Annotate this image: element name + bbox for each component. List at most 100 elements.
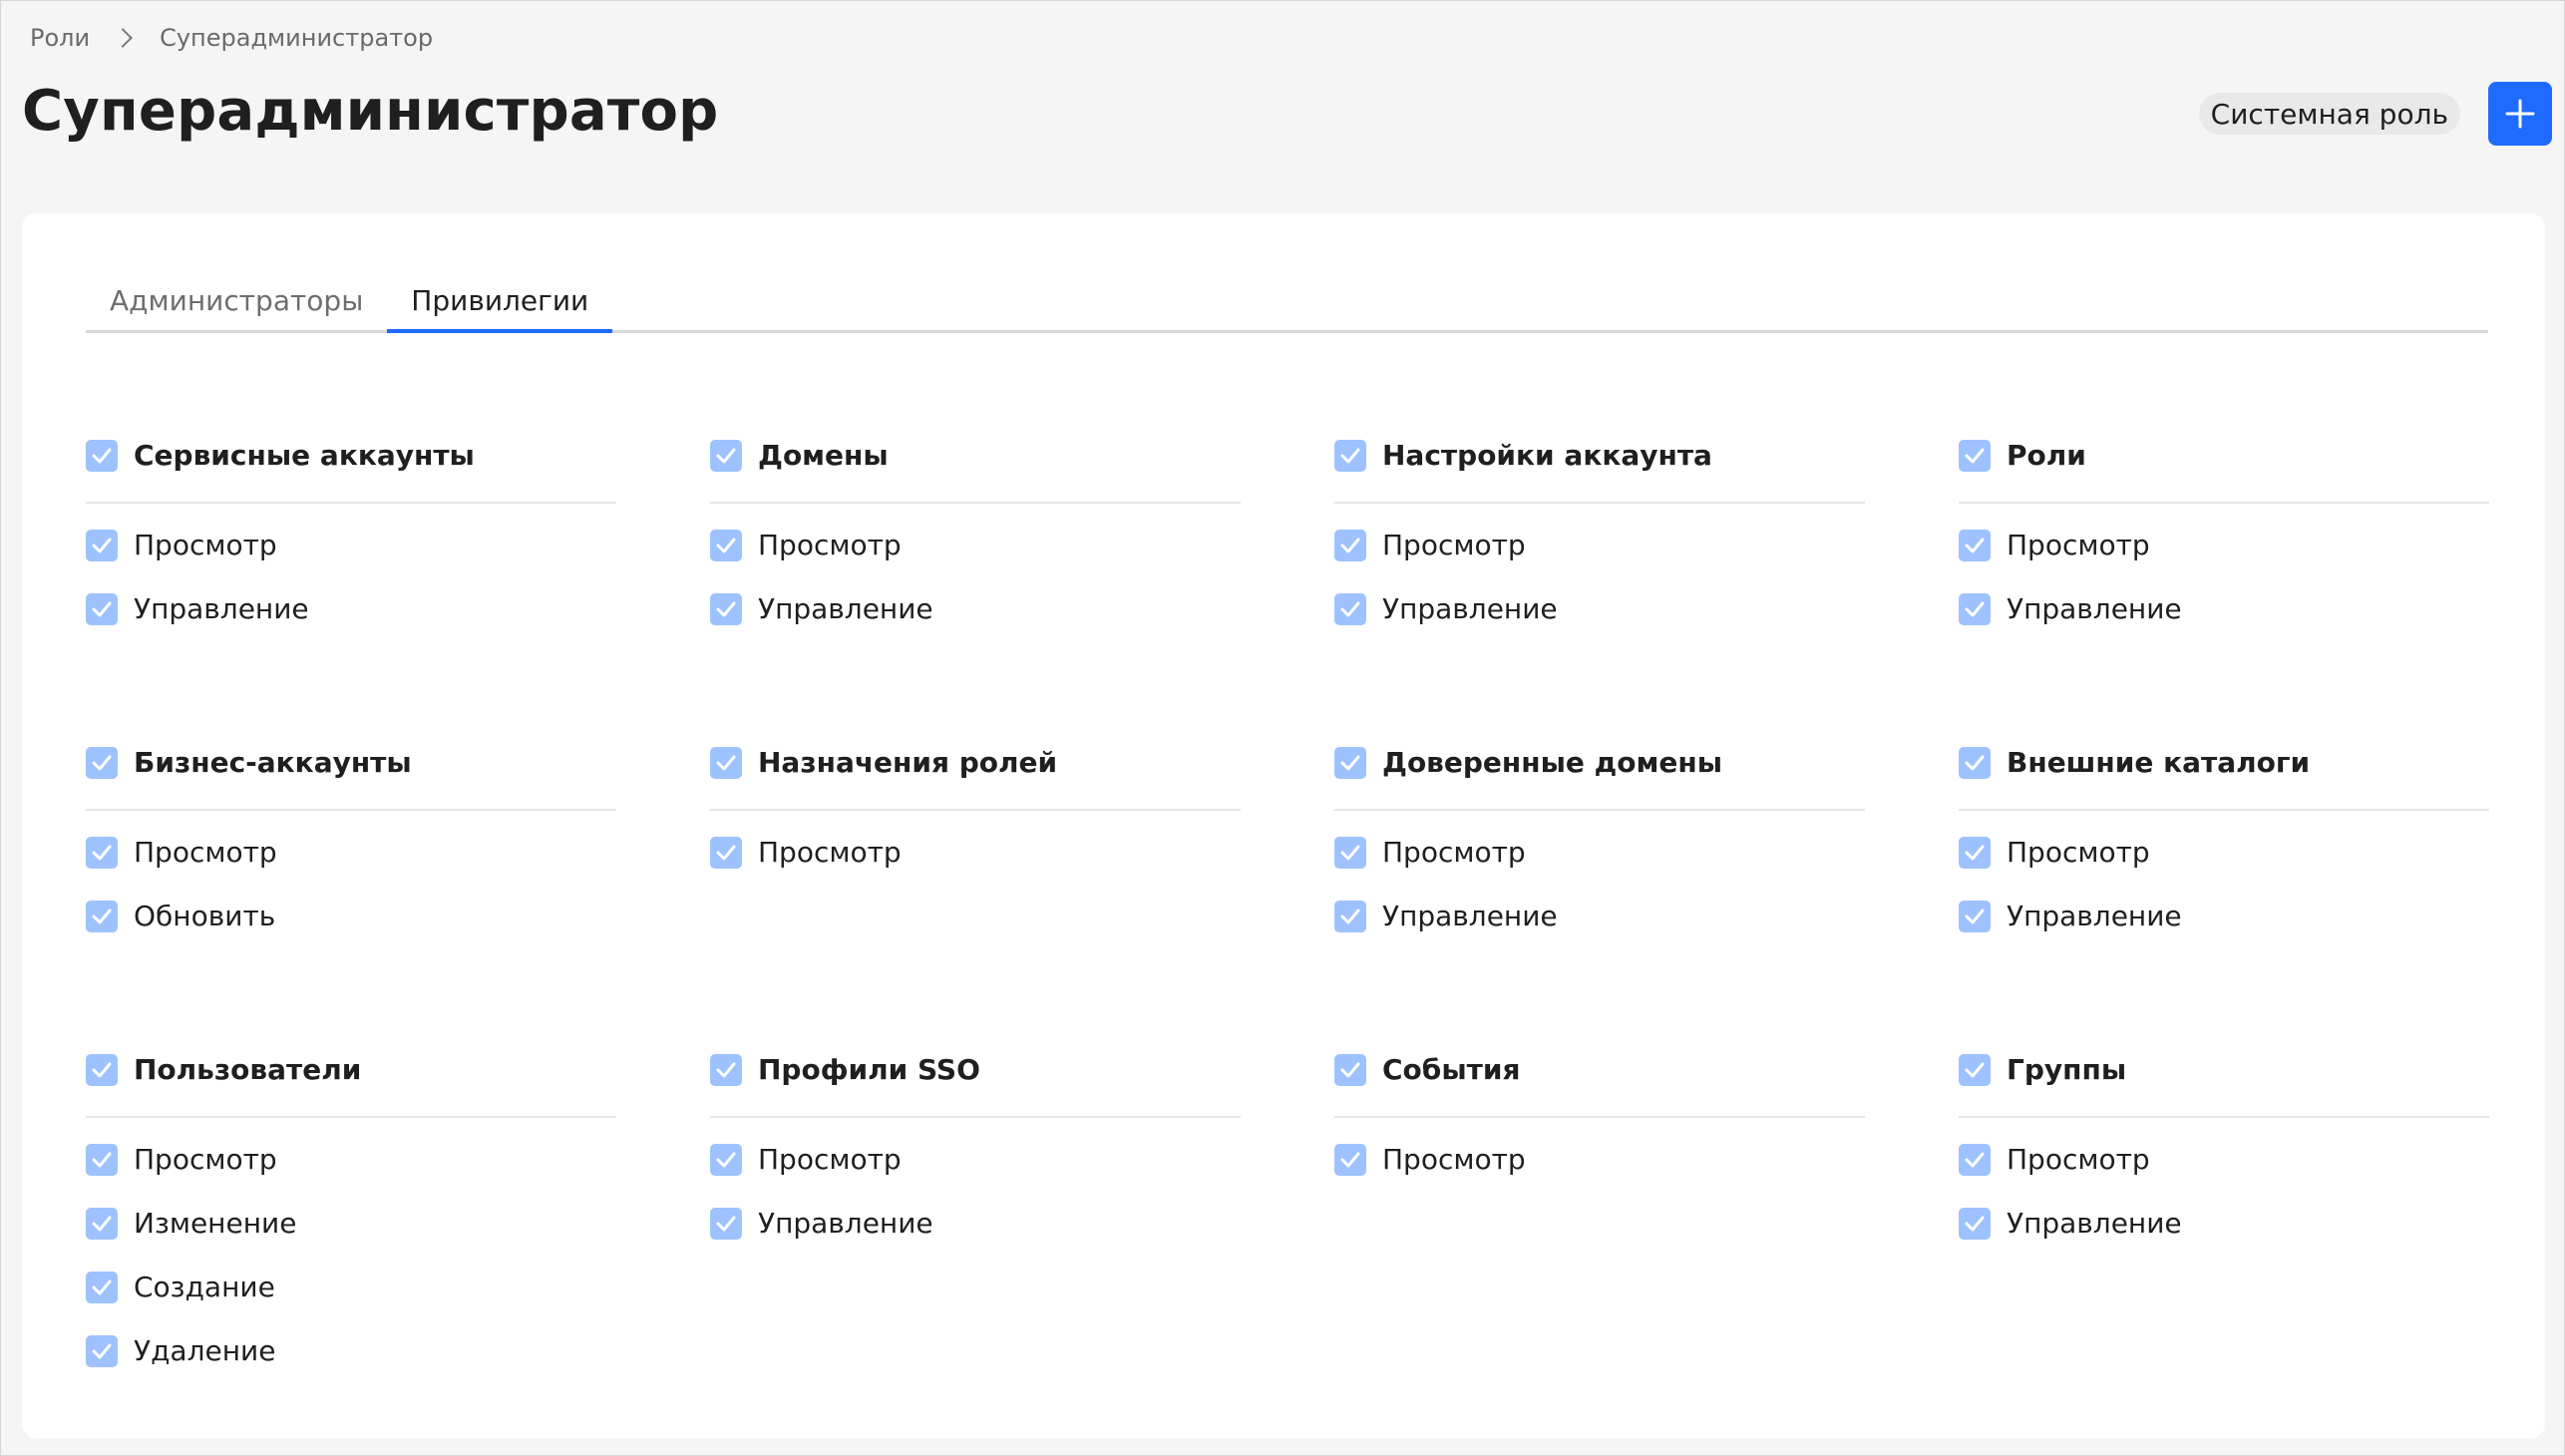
checkmark-icon xyxy=(716,538,736,553)
group-checkbox[interactable] xyxy=(1334,1054,1366,1086)
checkmark-icon xyxy=(1340,1062,1360,1078)
checkmark-icon xyxy=(1340,755,1360,771)
privilege-group-header: Сервисные аккаунты xyxy=(86,408,616,504)
permission-checkbox[interactable] xyxy=(86,1335,118,1367)
permission-checkbox[interactable] xyxy=(1959,593,1991,625)
permission-checkbox[interactable] xyxy=(86,837,118,869)
checkmark-icon xyxy=(1965,1062,1985,1078)
permission-checkbox[interactable] xyxy=(86,1272,118,1303)
permission-checkbox[interactable] xyxy=(1959,1208,1991,1240)
group-checkbox[interactable] xyxy=(86,440,118,472)
privilege-group-header: Домены xyxy=(710,408,1241,504)
privilege-group-title: Роли xyxy=(2007,439,2086,472)
checkmark-icon xyxy=(716,1216,736,1232)
permission-checkbox[interactable] xyxy=(1334,530,1366,561)
group-checkbox[interactable] xyxy=(710,1054,742,1086)
checkmark-icon xyxy=(92,845,112,861)
permission-checkbox[interactable] xyxy=(710,593,742,625)
privilege-group-title: События xyxy=(1382,1053,1521,1086)
permission-item: Просмотр xyxy=(710,1140,1241,1180)
permission-checkbox[interactable] xyxy=(710,530,742,561)
privilege-group: Профили SSO Просмотр Управление xyxy=(710,1022,1241,1240)
checkmark-icon xyxy=(716,1062,736,1078)
checkmark-icon xyxy=(92,1216,112,1232)
group-checkbox[interactable] xyxy=(1959,747,1991,779)
permission-label: Просмотр xyxy=(1382,529,1526,561)
group-checkbox[interactable] xyxy=(1334,747,1366,779)
permission-item: Просмотр xyxy=(1959,1140,2489,1180)
permission-item: Просмотр xyxy=(86,833,616,873)
permission-item: Просмотр xyxy=(86,1140,616,1180)
permission-label: Управление xyxy=(2007,900,2182,932)
privilege-group: Сервисные аккаунты Просмотр Управление xyxy=(86,408,616,625)
privilege-group-title: Доверенные домены xyxy=(1382,746,1723,779)
privilege-group: Доверенные домены Просмотр Управление xyxy=(1334,715,1865,932)
permission-checkbox[interactable] xyxy=(1959,837,1991,869)
permission-label: Управление xyxy=(758,592,933,625)
permission-item: Управление xyxy=(1959,589,2489,629)
privilege-group: События Просмотр xyxy=(1334,1022,1865,1176)
permission-checkbox[interactable] xyxy=(1334,901,1366,932)
permission-checkbox[interactable] xyxy=(1959,530,1991,561)
permission-checkbox[interactable] xyxy=(1334,1144,1366,1176)
privilege-group: Пользователи Просмотр Изменение Создание Уда… xyxy=(86,1022,616,1367)
breadcrumb-current: Суперадминистратор xyxy=(160,24,434,52)
group-checkbox[interactable] xyxy=(1959,440,1991,472)
checkmark-icon xyxy=(1965,448,1985,464)
privilege-group-title: Бизнес-аккаунты xyxy=(134,746,412,779)
permission-checkbox[interactable] xyxy=(1959,901,1991,932)
permission-item: Управление xyxy=(1334,589,1865,629)
group-checkbox[interactable] xyxy=(710,747,742,779)
plus-icon xyxy=(2505,99,2535,129)
permission-checkbox[interactable] xyxy=(710,837,742,869)
permission-item: Управление xyxy=(1959,1204,2489,1244)
permission-checkbox[interactable] xyxy=(86,1144,118,1176)
permission-label: Управление xyxy=(2007,592,2182,625)
permission-item: Просмотр xyxy=(1334,833,1865,873)
permission-checkbox[interactable] xyxy=(1959,1144,1991,1176)
tab-privileges[interactable]: Привилегии xyxy=(387,271,613,333)
tab-administrators[interactable]: Администраторы xyxy=(86,271,387,330)
checkmark-icon xyxy=(1340,909,1360,924)
permission-checkbox[interactable] xyxy=(86,530,118,561)
group-checkbox[interactable] xyxy=(1334,440,1366,472)
group-checkbox[interactable] xyxy=(710,440,742,472)
permission-checkbox[interactable] xyxy=(710,1144,742,1176)
checkmark-icon xyxy=(716,1152,736,1168)
checkmark-icon xyxy=(1965,845,1985,861)
page-title: Суперадминистратор xyxy=(22,79,719,144)
permission-item: Просмотр xyxy=(86,526,616,565)
permission-item: Удаление xyxy=(86,1331,616,1371)
privilege-group-title: Профили SSO xyxy=(758,1053,980,1086)
checkmark-icon xyxy=(716,601,736,617)
checkmark-icon xyxy=(1340,601,1360,617)
checkmark-icon xyxy=(1965,1152,1985,1168)
privileges-card: Администраторы Привилегии Сервисные акка… xyxy=(22,213,2545,1438)
permission-label: Просмотр xyxy=(758,529,902,561)
permission-label: Просмотр xyxy=(2007,529,2150,561)
breadcrumb-link-roles[interactable]: Роли xyxy=(30,24,90,52)
permission-checkbox[interactable] xyxy=(86,593,118,625)
group-checkbox[interactable] xyxy=(86,747,118,779)
permission-checkbox[interactable] xyxy=(710,1208,742,1240)
checkmark-icon xyxy=(92,601,112,617)
privilege-group-title: Пользователи xyxy=(134,1053,362,1086)
group-checkbox[interactable] xyxy=(86,1054,118,1086)
permission-checkbox[interactable] xyxy=(86,901,118,932)
permission-label: Просмотр xyxy=(134,529,277,561)
privilege-group-header: Роли xyxy=(1959,408,2489,504)
checkmark-icon xyxy=(92,1279,112,1295)
checkmark-icon xyxy=(92,1062,112,1078)
privilege-group: Настройки аккаунта Просмотр Управление xyxy=(1334,408,1865,625)
privilege-group-title: Внешние каталоги xyxy=(2007,746,2311,779)
add-button[interactable] xyxy=(2488,82,2552,146)
checkmark-icon xyxy=(1340,1152,1360,1168)
permission-label: Изменение xyxy=(134,1207,297,1240)
permission-checkbox[interactable] xyxy=(86,1208,118,1240)
privilege-group: Внешние каталоги Просмотр Управление xyxy=(1959,715,2489,932)
group-checkbox[interactable] xyxy=(1959,1054,1991,1086)
checkmark-icon xyxy=(92,538,112,553)
permission-checkbox[interactable] xyxy=(1334,593,1366,625)
permission-checkbox[interactable] xyxy=(1334,837,1366,869)
checkmark-icon xyxy=(716,755,736,771)
